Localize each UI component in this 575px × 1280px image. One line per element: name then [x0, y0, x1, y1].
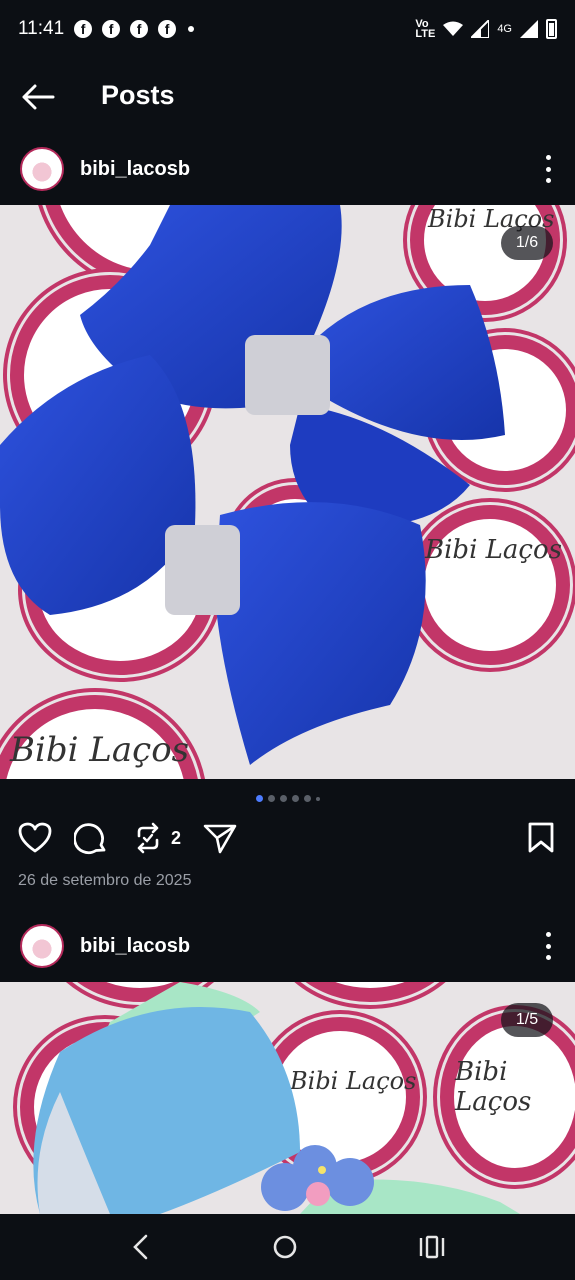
system-navigation-bar	[0, 1214, 575, 1280]
facebook-notification-icon: f	[102, 20, 121, 38]
back-button[interactable]	[18, 80, 58, 114]
nav-recents-icon[interactable]	[419, 1235, 445, 1259]
post-image[interactable]: Bibi Laços Bibi Laços 1/5	[0, 982, 575, 1214]
post-header: bibi_lacosb	[0, 913, 575, 979]
like-button[interactable]	[18, 822, 52, 854]
network-type-label: 4G	[497, 23, 512, 35]
facebook-notification-icon: f	[158, 20, 177, 38]
nav-home-icon[interactable]	[272, 1234, 298, 1260]
carousel-counter: 1/6	[501, 226, 553, 260]
more-options-button[interactable]	[543, 155, 553, 183]
app-bar: Posts	[0, 58, 575, 136]
carousel-indicator	[0, 795, 575, 802]
comment-button[interactable]	[74, 822, 108, 856]
username-link[interactable]: bibi_lacosb	[80, 158, 190, 181]
more-notifications-dot	[188, 26, 195, 32]
avatar[interactable]	[20, 924, 64, 968]
post-actions: 2	[0, 818, 575, 860]
carousel-dot	[267, 795, 275, 802]
share-button[interactable]	[203, 822, 237, 854]
comment-icon	[74, 823, 106, 855]
repost-button[interactable]: 2	[133, 822, 181, 854]
battery-icon	[546, 19, 557, 39]
signal-icon	[471, 20, 490, 38]
post-image[interactable]: Bibi Laços Bibi Laços Bibi Laços 1/6	[0, 205, 575, 779]
volte-label: Vo LTE	[415, 18, 436, 40]
username-link[interactable]: bibi_lacosb	[80, 935, 190, 958]
save-button[interactable]	[527, 822, 555, 854]
repost-icon	[137, 822, 159, 854]
carousel-dot	[303, 795, 311, 802]
carousel-dot	[279, 795, 287, 802]
carousel-dot	[315, 796, 320, 801]
nav-back-icon[interactable]	[131, 1234, 151, 1260]
status-bar: 11:41 f f f f Vo LTE 4G	[0, 0, 575, 58]
bow-illustration	[0, 205, 505, 765]
page-title: Posts	[101, 80, 175, 110]
post-date: 26 de setembro de 2025	[18, 872, 192, 889]
carousel-dot	[291, 795, 299, 802]
wifi-icon	[443, 21, 464, 36]
more-options-button[interactable]	[543, 932, 553, 960]
signal-icon	[520, 20, 538, 38]
post-header: bibi_lacosb	[0, 136, 575, 202]
heart-icon	[18, 822, 52, 853]
status-time: 11:41	[18, 18, 65, 39]
share-icon	[203, 824, 237, 854]
carousel-counter: 1/5	[501, 1003, 553, 1037]
avatar[interactable]	[20, 147, 64, 191]
carousel-dot-active	[255, 795, 263, 802]
bookmark-icon	[528, 822, 554, 853]
facebook-notification-icon: f	[130, 20, 149, 38]
repost-count: 2	[171, 827, 182, 848]
facebook-notification-icon: f	[74, 20, 93, 38]
back-arrow-icon	[22, 84, 55, 110]
bow-illustration	[33, 982, 520, 1214]
